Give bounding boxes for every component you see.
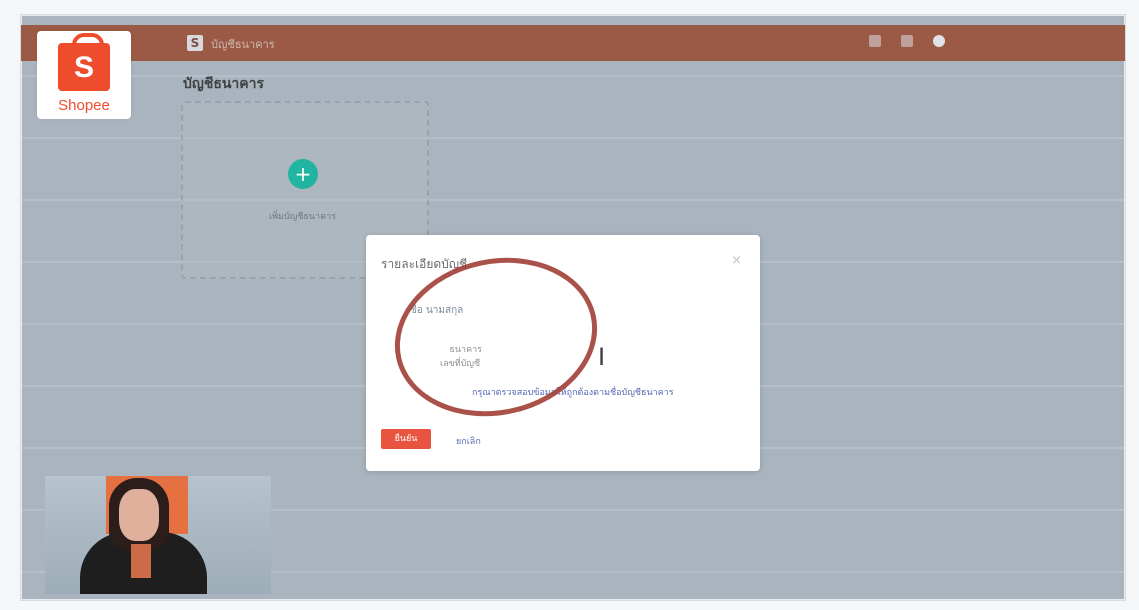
logo-mark: S <box>73 51 94 84</box>
screen-photo: S บัญชีธนาคาร S Shopee บัญชีธนาคาร + เพิ… <box>20 14 1126 601</box>
close-icon[interactable]: × <box>731 253 742 268</box>
breadcrumb[interactable]: บัญชีธนาคาร <box>211 35 275 53</box>
help-icon[interactable] <box>869 35 881 47</box>
add-bank-label[interactable]: เพิ่มบัญชีธนาคาร <box>269 209 336 223</box>
user-avatar-icon[interactable] <box>933 35 945 47</box>
presenter-face <box>119 489 159 541</box>
logo-brand: Shopee <box>58 97 110 114</box>
confirm-button[interactable]: ยืนยัน <box>381 429 431 449</box>
add-icon[interactable]: + <box>288 159 318 189</box>
shopee-logo: S Shopee <box>37 31 131 119</box>
presenter-webcam <box>45 476 271 594</box>
text-cursor-icon: I <box>598 343 606 371</box>
shopee-mini-icon: S <box>187 35 203 51</box>
apps-grid-icon[interactable] <box>901 35 913 47</box>
topbar-icons <box>869 35 945 47</box>
shopee-bag-icon: S <box>58 33 110 91</box>
topbar: S บัญชีธนาคาร <box>21 25 1125 61</box>
presenter-shirt <box>131 544 151 578</box>
page-title: บัญชีธนาคาร <box>183 76 265 92</box>
cancel-button[interactable]: ยกเลิก <box>456 434 481 448</box>
